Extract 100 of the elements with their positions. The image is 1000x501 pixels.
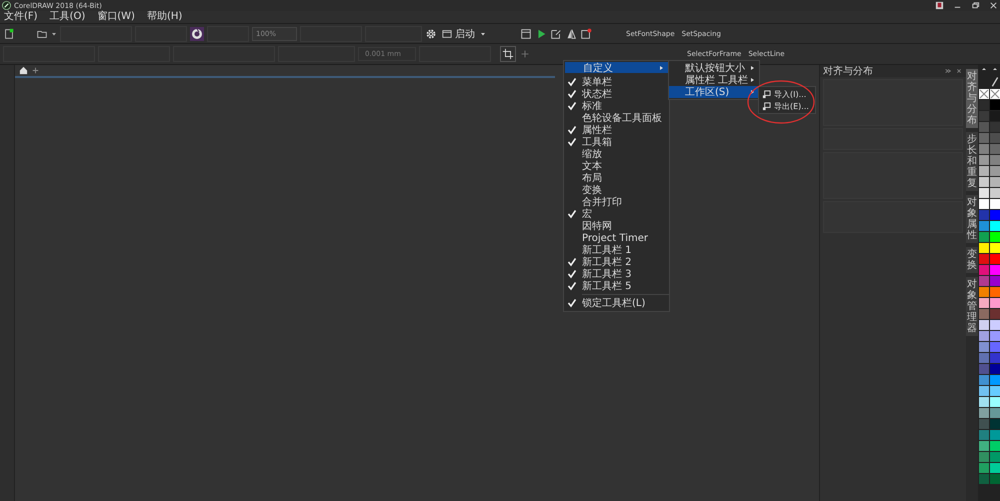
color-swatch[interactable] [978, 353, 988, 363]
account-icon[interactable] [935, 1, 944, 10]
color-swatch[interactable] [978, 144, 988, 154]
menu-item[interactable]: 缩放 [564, 148, 669, 160]
menu-item[interactable]: 布局 [564, 172, 669, 184]
color-swatch[interactable] [978, 298, 988, 308]
menu-item[interactable]: 新工具栏 5 [564, 280, 669, 292]
color-swatch[interactable] [990, 155, 1000, 165]
color-swatch[interactable] [990, 298, 1000, 308]
color-swatch[interactable] [978, 309, 988, 319]
color-swatch[interactable] [990, 111, 1000, 121]
color-swatch[interactable] [978, 122, 988, 132]
color-swatch[interactable] [978, 133, 988, 143]
menu-item[interactable]: 新工具栏 3 [564, 268, 669, 280]
color-swatch[interactable] [990, 408, 1000, 418]
menu-item[interactable]: 文本 [564, 160, 669, 172]
color-swatch[interactable] [978, 210, 988, 220]
caret-icon[interactable] [480, 30, 486, 36]
color-swatch[interactable] [990, 232, 1000, 242]
menu-item[interactable]: 属性栏 工具栏 [669, 74, 759, 86]
color-swatch[interactable] [978, 331, 988, 341]
color-swatch[interactable] [990, 210, 1000, 220]
no-color-swatch[interactable] [978, 89, 988, 99]
menu-item[interactable]: 锁定工具栏(L) [564, 297, 669, 309]
docker-tab[interactable]: 对齐与分布 [966, 69, 978, 128]
window-layout-icon[interactable] [520, 28, 532, 40]
menu-item[interactable]: 因特网 [564, 220, 669, 232]
color-swatch[interactable] [978, 386, 988, 396]
color-swatch[interactable] [990, 441, 1000, 451]
color-swatch[interactable] [990, 364, 1000, 374]
settings-icon[interactable] [425, 28, 437, 40]
launch-button[interactable]: 启动 [440, 26, 477, 40]
color-swatch[interactable] [990, 243, 1000, 253]
color-swatch[interactable] [990, 100, 1000, 110]
color-swatch[interactable] [978, 155, 988, 165]
docker-tab[interactable]: 变换 [966, 247, 978, 273]
menu-item[interactable]: 宏 [564, 208, 669, 220]
menu-item[interactable]: 文件(F) [4, 11, 38, 23]
color-swatch[interactable] [978, 265, 988, 275]
color-swatch[interactable] [990, 166, 1000, 176]
menu-item[interactable]: 自定义 [565, 62, 668, 73]
color-swatch[interactable] [978, 419, 988, 429]
menu-item[interactable]: 默认按钮大小 [669, 62, 759, 74]
color-swatch[interactable] [990, 463, 1000, 473]
close-icon[interactable] [955, 67, 963, 75]
color-swatch[interactable] [978, 188, 988, 198]
color-swatch[interactable] [990, 452, 1000, 462]
color-swatch[interactable] [990, 122, 1000, 132]
menu-item[interactable]: 工具(O) [50, 11, 86, 23]
menu-item[interactable]: 窗口(W) [97, 11, 135, 23]
plus-icon[interactable] [31, 66, 40, 75]
color-swatch[interactable] [990, 133, 1000, 143]
color-swatch[interactable] [978, 199, 988, 209]
sync-icon[interactable] [190, 26, 204, 40]
color-swatch[interactable] [990, 474, 1000, 484]
color-swatch[interactable] [990, 320, 1000, 330]
menu-item[interactable]: 工具箱 [564, 136, 669, 148]
color-swatch[interactable] [990, 430, 1000, 440]
color-swatch[interactable] [990, 254, 1000, 264]
menu-item[interactable]: 标准 [564, 100, 669, 112]
color-swatch[interactable] [978, 430, 988, 440]
color-swatch[interactable] [978, 320, 988, 330]
color-swatch[interactable] [990, 331, 1000, 341]
close-document-icon[interactable] [580, 28, 592, 40]
color-swatch[interactable] [978, 474, 988, 484]
color-swatch[interactable] [990, 177, 1000, 187]
color-swatch[interactable] [978, 243, 988, 253]
docker-tab[interactable]: 步长和重复 [966, 132, 978, 191]
color-swatch[interactable] [978, 452, 988, 462]
color-swatch[interactable] [978, 463, 988, 473]
menu-item[interactable]: 导出(E)... [759, 100, 815, 112]
menu-item[interactable]: 新工具栏 2 [564, 256, 669, 268]
color-swatch[interactable] [978, 276, 988, 286]
color-swatch[interactable] [990, 188, 1000, 198]
color-swatch[interactable] [990, 199, 1000, 209]
color-swatch[interactable] [990, 276, 1000, 286]
no-color-swatch[interactable] [990, 89, 1000, 99]
caret-icon[interactable] [51, 30, 57, 36]
color-swatch[interactable] [990, 386, 1000, 396]
color-swatch[interactable] [978, 397, 988, 407]
menu-item[interactable]: 变换 [564, 184, 669, 196]
new-document-icon[interactable] [3, 28, 15, 40]
expand-icon[interactable] [944, 67, 952, 75]
menu-item[interactable]: 工作区(S) [669, 86, 759, 98]
color-swatch[interactable] [978, 287, 988, 297]
color-swatch[interactable] [978, 441, 988, 451]
color-swatch[interactable] [978, 221, 988, 231]
menu-item[interactable]: Project Timer [564, 232, 669, 244]
color-swatch[interactable] [990, 221, 1000, 231]
menu-item[interactable]: 菜单栏 [564, 76, 669, 88]
color-swatch[interactable] [978, 342, 988, 352]
color-swatch[interactable] [990, 265, 1000, 275]
menu-item[interactable]: 色轮设备工具面板 [564, 112, 669, 124]
menu-item[interactable]: 合并打印 [564, 196, 669, 208]
menu-item[interactable]: 属性栏 [564, 124, 669, 136]
color-swatch[interactable] [990, 397, 1000, 407]
color-swatch[interactable] [978, 408, 988, 418]
docker-tab[interactable]: 对象管理器 [966, 277, 978, 336]
color-swatch[interactable] [990, 144, 1000, 154]
menu-item[interactable]: 状态栏 [564, 88, 669, 100]
